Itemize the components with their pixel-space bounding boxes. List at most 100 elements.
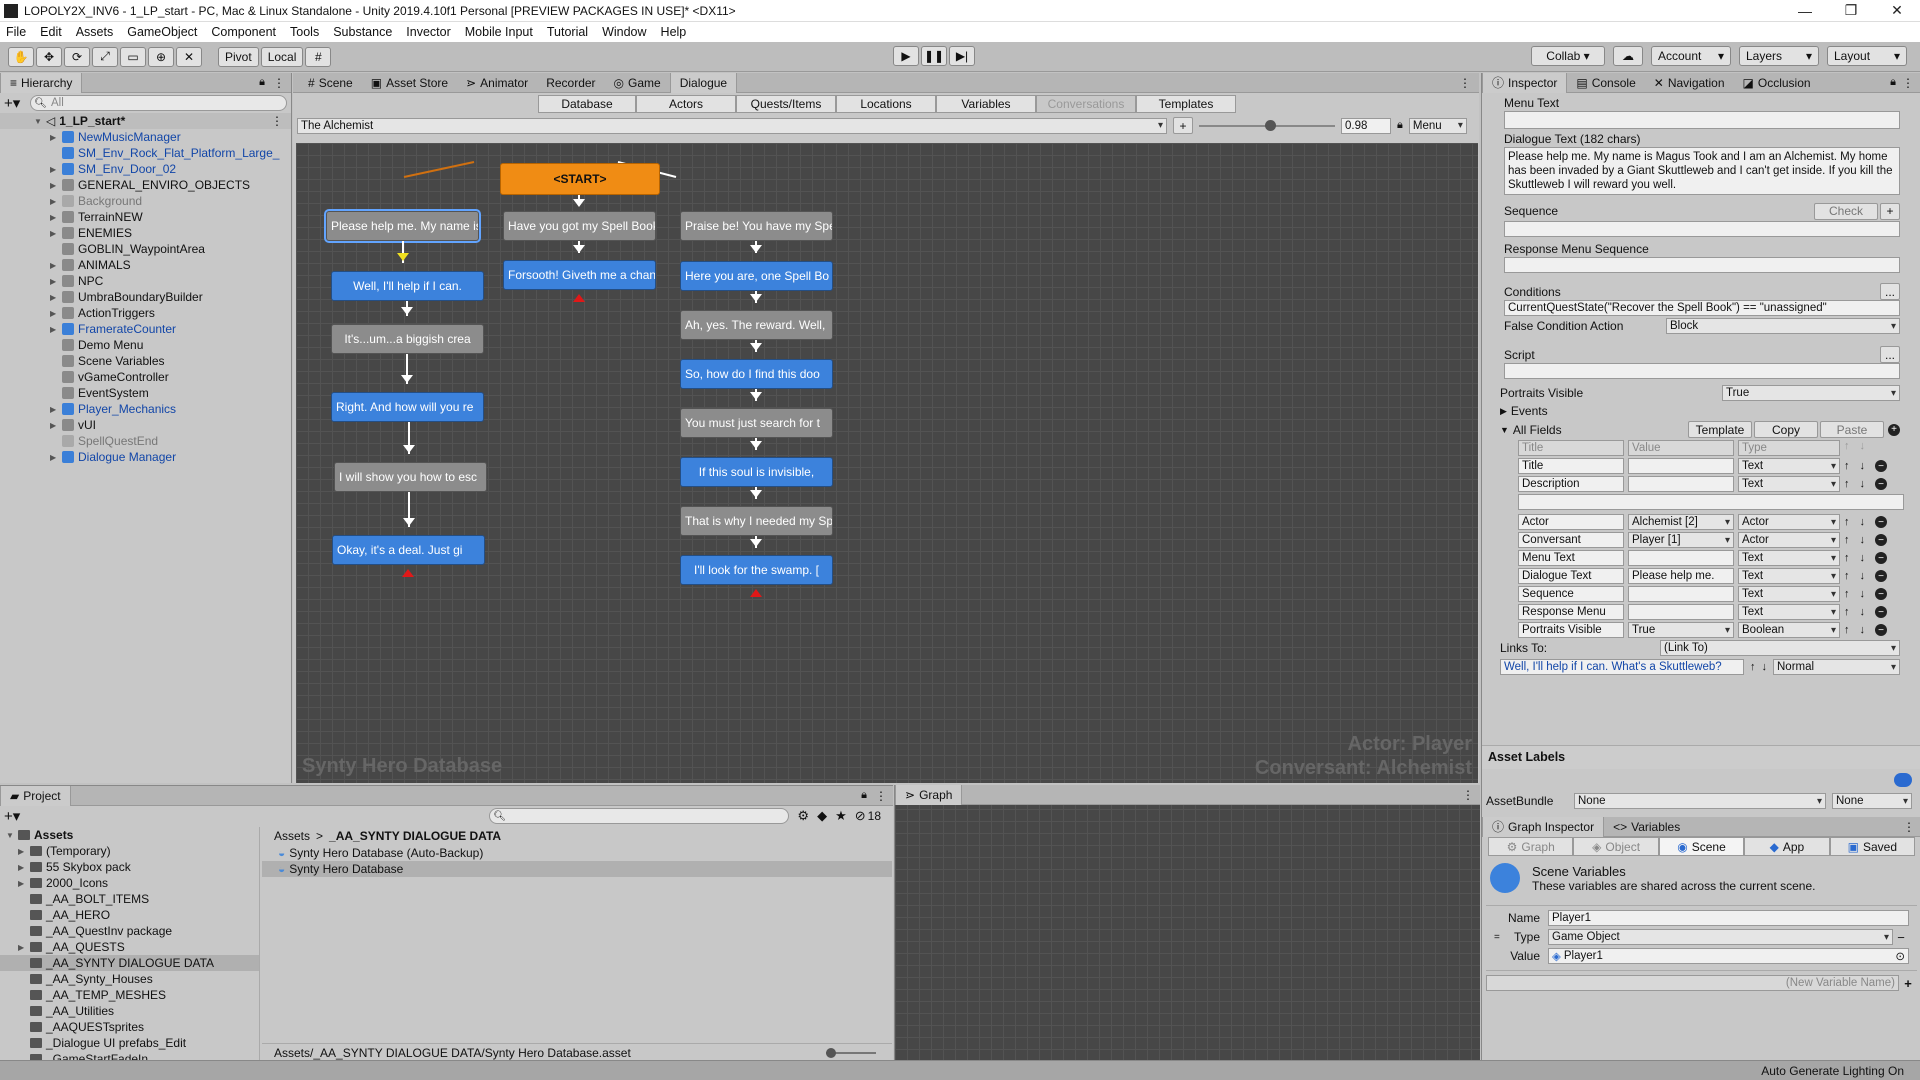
move-up-icon[interactable]: ↑ xyxy=(1844,460,1850,472)
menu-window[interactable]: Window xyxy=(602,25,646,39)
add-variable-button[interactable]: + xyxy=(1899,976,1917,991)
create-asset-button[interactable]: +▾ xyxy=(4,807,20,825)
expand-arrow-icon[interactable]: ▶ xyxy=(50,197,62,206)
kebab-menu-icon[interactable]: ⋮ xyxy=(875,789,887,803)
expand-arrow-icon[interactable]: ▶ xyxy=(18,943,30,952)
move-up-icon[interactable]: ↑ xyxy=(1844,516,1850,528)
breadcrumb-assets[interactable]: Assets xyxy=(274,829,310,843)
move-up-icon[interactable]: ↑ xyxy=(1844,570,1850,582)
expand-arrow-icon[interactable]: ▶ xyxy=(18,863,30,872)
remove-field-icon[interactable]: − xyxy=(1875,534,1887,546)
expand-arrow-icon[interactable]: ▶ xyxy=(50,229,62,238)
tab-game[interactable]: ◎ Game xyxy=(605,73,670,93)
move-down-icon[interactable]: ↓ xyxy=(1860,588,1866,600)
dialogue-node[interactable]: Praise be! You have my Spe xyxy=(680,211,833,241)
field-type-dropdown[interactable]: Text xyxy=(1738,458,1840,474)
project-file-item[interactable]: ◒ Synty Hero Database (Auto-Backup) xyxy=(262,845,892,861)
subtab-conversations[interactable]: Conversations xyxy=(1036,95,1136,113)
collab-button[interactable]: Collab ▾ xyxy=(1531,46,1605,66)
conditions-input[interactable]: CurrentQuestState("Recover the Spell Boo… xyxy=(1504,300,1900,316)
minimize-button[interactable]: — xyxy=(1782,3,1828,19)
menu-edit[interactable]: Edit xyxy=(40,25,62,39)
project-folder-item[interactable]: _AA_TEMP_MESHES xyxy=(0,987,259,1003)
hierarchy-item[interactable]: Scene Variables xyxy=(0,353,291,369)
project-folder-item[interactable]: _AA_BOLT_ITEMS xyxy=(0,891,259,907)
remove-field-icon[interactable]: − xyxy=(1875,606,1887,618)
tab-console[interactable]: ▤ Console xyxy=(1567,73,1644,93)
links-to-dropdown[interactable]: (Link To) xyxy=(1660,640,1900,656)
scope-saved[interactable]: ▣ Saved xyxy=(1829,837,1916,856)
check-sequence-button[interactable]: Check xyxy=(1814,202,1878,220)
menu-dropdown[interactable]: Menu xyxy=(1408,117,1467,134)
remove-field-icon[interactable]: − xyxy=(1875,460,1887,472)
menu-tools[interactable]: Tools xyxy=(290,25,319,39)
field-title-input[interactable]: Portraits Visible xyxy=(1518,622,1624,638)
hierarchy-item[interactable]: EventSystem xyxy=(0,385,291,401)
dialogue-node[interactable]: Here you are, one Spell Bo xyxy=(680,261,833,291)
field-value-input[interactable] xyxy=(1628,604,1734,620)
pause-button[interactable]: ❚❚ xyxy=(921,46,947,66)
menu-component[interactable]: Component xyxy=(211,25,276,39)
tab-occlusion[interactable]: ◪ Occlusion xyxy=(1734,73,1820,93)
hierarchy-item[interactable]: ▶ NPC xyxy=(0,273,291,289)
field-type-dropdown[interactable]: Text xyxy=(1738,476,1840,492)
scene-root[interactable]: ▼ ◁ 1_LP_start* ⋮ xyxy=(0,113,291,129)
kebab-menu-icon[interactable]: ⋮ xyxy=(1462,788,1474,802)
hierarchy-item[interactable]: ▶ GENERAL_ENVIRO_OBJECTS xyxy=(0,177,291,193)
asset-variant-dropdown[interactable]: None xyxy=(1832,793,1912,809)
expand-arrow-icon[interactable]: ▶ xyxy=(50,165,62,174)
expand-arrow-icon[interactable]: ▶ xyxy=(50,181,62,190)
field-title-input[interactable]: Menu Text xyxy=(1518,550,1624,566)
move-up-icon[interactable]: ↑ xyxy=(1844,624,1850,636)
grid-snap-icon[interactable]: # xyxy=(305,46,332,67)
hierarchy-item[interactable]: Demo Menu xyxy=(0,337,291,353)
all-fields-foldout[interactable]: ▼ All Fields xyxy=(1500,422,1688,438)
field-value-input[interactable] xyxy=(1628,458,1734,474)
expand-arrow-icon[interactable]: ▶ xyxy=(50,309,62,318)
field-title-input[interactable]: Dialogue Text xyxy=(1518,568,1624,584)
subtab-quests-items[interactable]: Quests/Items xyxy=(736,95,836,113)
kebab-menu-icon[interactable]: ⋮ xyxy=(1903,820,1915,834)
conversation-canvas[interactable]: <START> Please help me. My name is Well,… xyxy=(296,143,1478,783)
menu-file[interactable]: File xyxy=(6,25,26,39)
remove-field-icon[interactable]: − xyxy=(1875,624,1887,636)
icon-size-slider[interactable] xyxy=(826,1047,876,1058)
move-down-icon[interactable]: ↓ xyxy=(1860,624,1866,636)
expand-arrow-icon[interactable]: ▶ xyxy=(50,453,62,462)
add-sequence-button[interactable]: + xyxy=(1880,202,1900,220)
kebab-menu-icon[interactable]: ⋮ xyxy=(1459,76,1471,90)
breadcrumb-folder[interactable]: _AA_SYNTY DIALOGUE DATA xyxy=(329,829,501,843)
expand-arrow-icon[interactable]: ▶ xyxy=(50,293,62,302)
field-title-input[interactable]: Description xyxy=(1518,476,1624,492)
field-type-dropdown[interactable]: Text xyxy=(1738,586,1840,602)
slider-handle[interactable] xyxy=(826,1047,836,1058)
remove-variable-button[interactable]: − xyxy=(1893,930,1909,945)
tab-graph[interactable]: ⋗ Graph xyxy=(895,784,963,805)
hierarchy-item[interactable]: GOBLIN_WaypointArea xyxy=(0,241,291,257)
dialogue-node[interactable]: Right. And how will you re xyxy=(331,392,484,422)
drag-handle-icon[interactable]: = xyxy=(1494,932,1506,943)
dialogue-node[interactable]: Please help me. My name is xyxy=(326,211,479,241)
filter-label-icon[interactable]: ◆ xyxy=(817,808,827,824)
paste-button[interactable]: Paste xyxy=(1820,421,1884,438)
project-folder-item[interactable]: _AA_HERO xyxy=(0,907,259,923)
scope-object[interactable]: ◈ Object xyxy=(1573,837,1659,856)
zoom-slider[interactable] xyxy=(1199,119,1335,131)
move-down-icon[interactable]: ↓ xyxy=(1860,606,1866,618)
dialogue-text-area[interactable]: Please help me. My name is Magus Took an… xyxy=(1504,147,1900,195)
step-button[interactable]: ▶| xyxy=(949,46,975,66)
move-down-icon[interactable]: ↓ xyxy=(1860,552,1866,564)
hierarchy-item[interactable]: ▶ SM_Env_Door_02 xyxy=(0,161,291,177)
move-up-icon[interactable]: ↑ xyxy=(1844,588,1850,600)
tab-project[interactable]: ▰ Project xyxy=(0,785,71,806)
lock-icon[interactable]: 🔒︎ xyxy=(259,76,265,89)
subtab-database[interactable]: Database xyxy=(538,95,636,113)
project-folder-item[interactable]: ▶ (Temporary) xyxy=(0,843,259,859)
field-value-input[interactable]: Please help me. xyxy=(1628,568,1734,584)
hierarchy-item[interactable]: SM_Env_Rock_Flat_Platform_Large_ xyxy=(0,145,291,161)
field-value-input[interactable] xyxy=(1628,586,1734,602)
dialogue-node[interactable]: Ah, yes. The reward. Well, xyxy=(680,310,833,340)
tab-recorder[interactable]: Recorder xyxy=(537,73,604,93)
portraits-visible-dropdown[interactable]: True xyxy=(1722,385,1900,401)
lock-icon[interactable]: 🔒︎ xyxy=(1890,76,1896,89)
